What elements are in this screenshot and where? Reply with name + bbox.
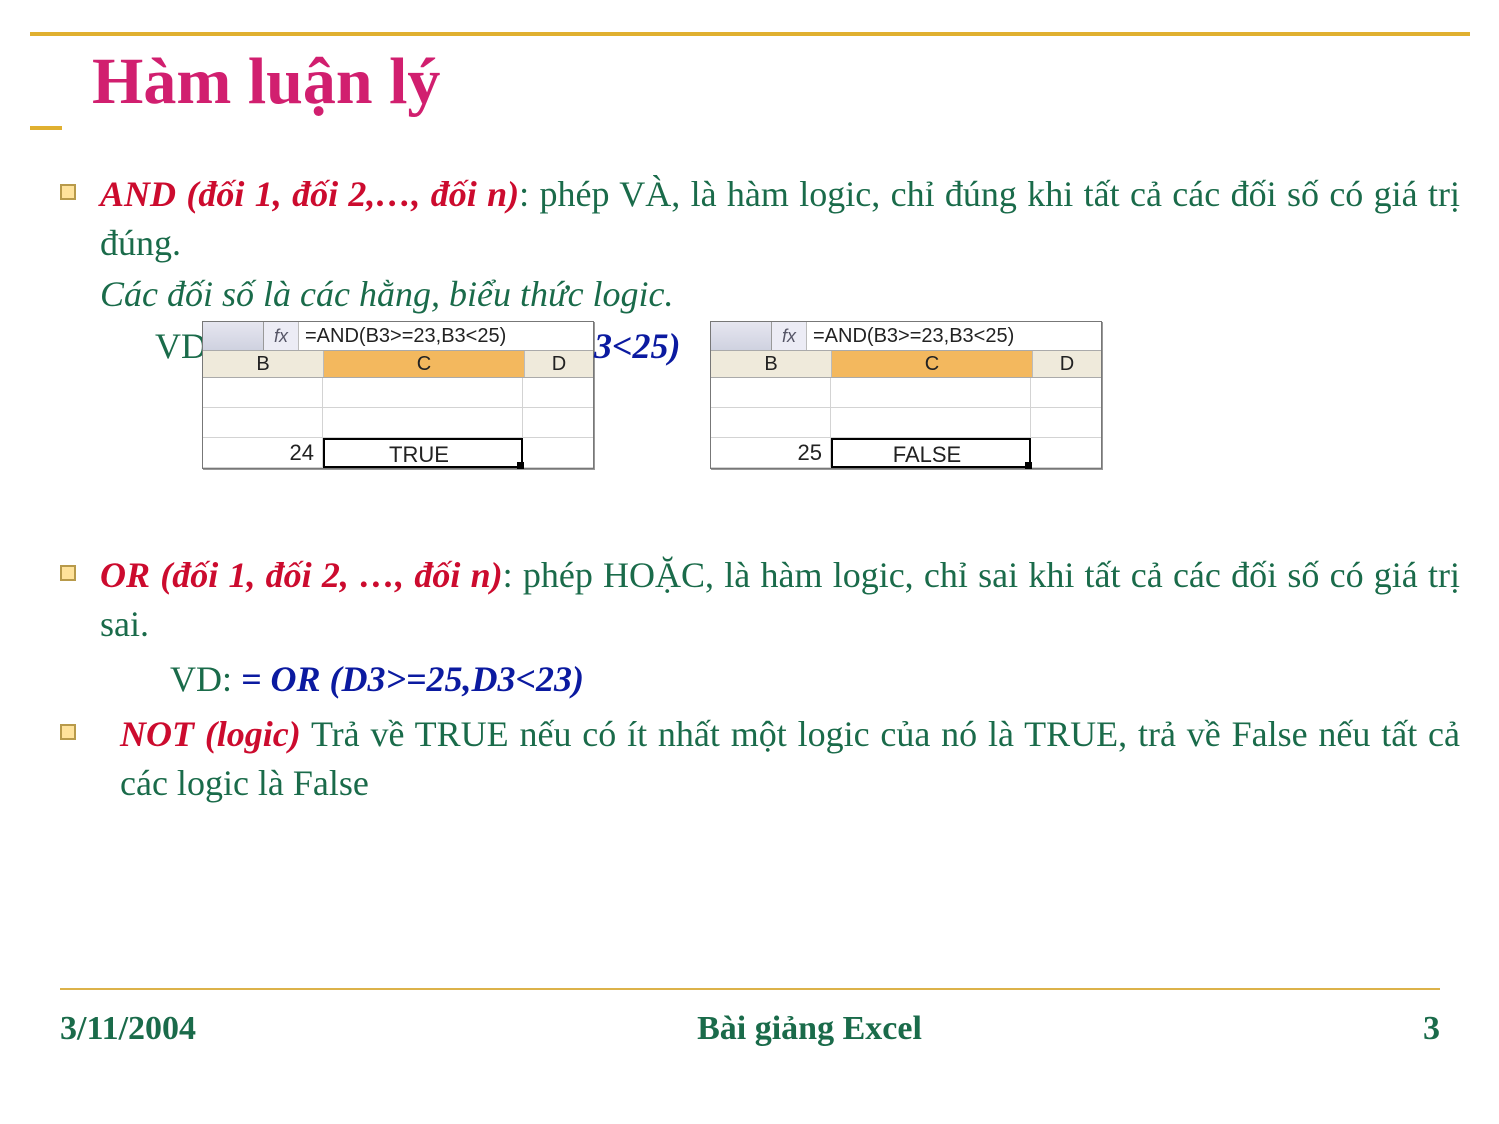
fx-icon: fx (772, 322, 807, 350)
grid-row-3: 25 FALSE (711, 438, 1101, 468)
cell-b3: 25 (711, 438, 831, 468)
not-func: NOT (logic) (120, 714, 301, 754)
cell-c3-active: TRUE (323, 438, 523, 468)
footer: 3/11/2004 Bài giảng Excel 3 (60, 1010, 1440, 1048)
and-text: AND (đối 1, đối 2,…, đối n): phép VÀ, là… (100, 170, 1460, 267)
and-func: AND (đối 1, đối 2,…, đối n) (100, 174, 519, 214)
grid-row-1 (711, 378, 1101, 408)
title-block: Hàm luận lý (30, 32, 1470, 130)
excel-examples-row: VD fx =AND(B3>=23,B3<25) B C D (60, 321, 1460, 491)
col-c-header: C (832, 351, 1033, 377)
name-box (711, 322, 772, 350)
cell-b3: 24 (203, 438, 323, 468)
slide: Hàm luận lý AND (đối 1, đối 2,…, đối n):… (0, 0, 1499, 1124)
bullet-icon (60, 551, 100, 581)
vd-or-label: VD: (170, 659, 241, 699)
title-rule-bottom (30, 126, 1470, 130)
bullet-or: OR (đối 1, đối 2, …, đối n): phép HOẶC, … (60, 551, 1460, 648)
vd-formula-peek: 3<25) (594, 325, 681, 367)
slide-body: AND (đối 1, đối 2,…, đối n): phép VÀ, là… (60, 170, 1460, 812)
column-headers: B C D (203, 351, 593, 378)
and-note: Các đối số là các hằng, biểu thức logic. (100, 273, 1460, 315)
formula-content: =AND(B3>=23,B3<25) (807, 322, 1101, 350)
grid-row-3: 24 TRUE (203, 438, 593, 468)
col-d-header: D (525, 351, 593, 377)
bullet-and: AND (đối 1, đối 2,…, đối n): phép VÀ, là… (60, 170, 1460, 267)
name-box (203, 322, 264, 350)
grid-row-1 (203, 378, 593, 408)
footer-rule (60, 988, 1440, 990)
page-title: Hàm luận lý (30, 38, 1470, 126)
footer-page: 3 (1423, 1010, 1440, 1048)
not-text: NOT (logic) Trả về TRUE nếu có ít nhất m… (100, 710, 1460, 807)
cell-c3-active: FALSE (831, 438, 1031, 468)
col-d-header: D (1033, 351, 1101, 377)
footer-date: 3/11/2004 (60, 1010, 196, 1048)
footer-title: Bài giảng Excel (697, 1010, 922, 1048)
or-func: OR (đối 1, đối 2, …, đối n) (100, 555, 503, 595)
vd-and-overlay: VD (155, 325, 207, 367)
col-c-header: C (324, 351, 525, 377)
grid-row-2 (711, 408, 1101, 438)
title-rule-top (30, 32, 1470, 36)
column-headers: B C D (711, 351, 1101, 378)
excel-snippet-true: fx =AND(B3>=23,B3<25) B C D 24 TRUE (202, 321, 594, 469)
col-b-header: B (711, 351, 832, 377)
formula-content: =AND(B3>=23,B3<25) (299, 322, 593, 350)
bullet-icon (60, 170, 100, 200)
formula-bar: fx =AND(B3>=23,B3<25) (711, 322, 1101, 351)
vd-label: VD (155, 326, 207, 366)
fx-icon: fx (264, 322, 299, 350)
bullet-not: NOT (logic) Trả về TRUE nếu có ít nhất m… (60, 710, 1460, 807)
grid-row-2 (203, 408, 593, 438)
formula-bar: fx =AND(B3>=23,B3<25) (203, 322, 593, 351)
bullet-icon (60, 710, 100, 740)
vd-or-formula: = OR (D3>=25,D3<23) (241, 659, 584, 699)
or-text: OR (đối 1, đối 2, …, đối n): phép HOẶC, … (100, 551, 1460, 648)
col-b-header: B (203, 351, 324, 377)
vd-or-line: VD: = OR (D3>=25,D3<23) (170, 658, 1460, 700)
not-desc: Trả về TRUE nếu có ít nhất một logic của… (120, 714, 1460, 803)
excel-snippet-false: fx =AND(B3>=23,B3<25) B C D 25 FALSE (710, 321, 1102, 469)
